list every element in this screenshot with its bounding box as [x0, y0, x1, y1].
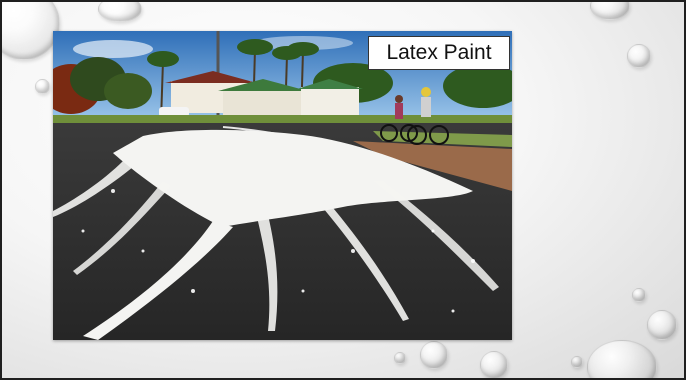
water-droplet-icon: [98, 2, 142, 22]
street-paint-spill-photo: [53, 31, 512, 340]
water-droplet-icon: [571, 356, 583, 368]
water-droplet-icon: [647, 310, 677, 340]
slide: Latex Paint: [0, 0, 686, 380]
water-droplet-icon: [394, 352, 406, 364]
water-droplet-icon: [587, 340, 657, 378]
water-droplet-icon: [420, 341, 448, 369]
water-droplet-icon: [2, 2, 60, 60]
water-droplet-icon: [590, 2, 630, 20]
water-droplet-icon: [632, 288, 646, 302]
water-droplet-icon: [480, 351, 508, 378]
water-droplet-icon: [35, 79, 50, 94]
water-droplet-icon: [627, 44, 651, 68]
slide-title: Latex Paint: [368, 36, 510, 70]
